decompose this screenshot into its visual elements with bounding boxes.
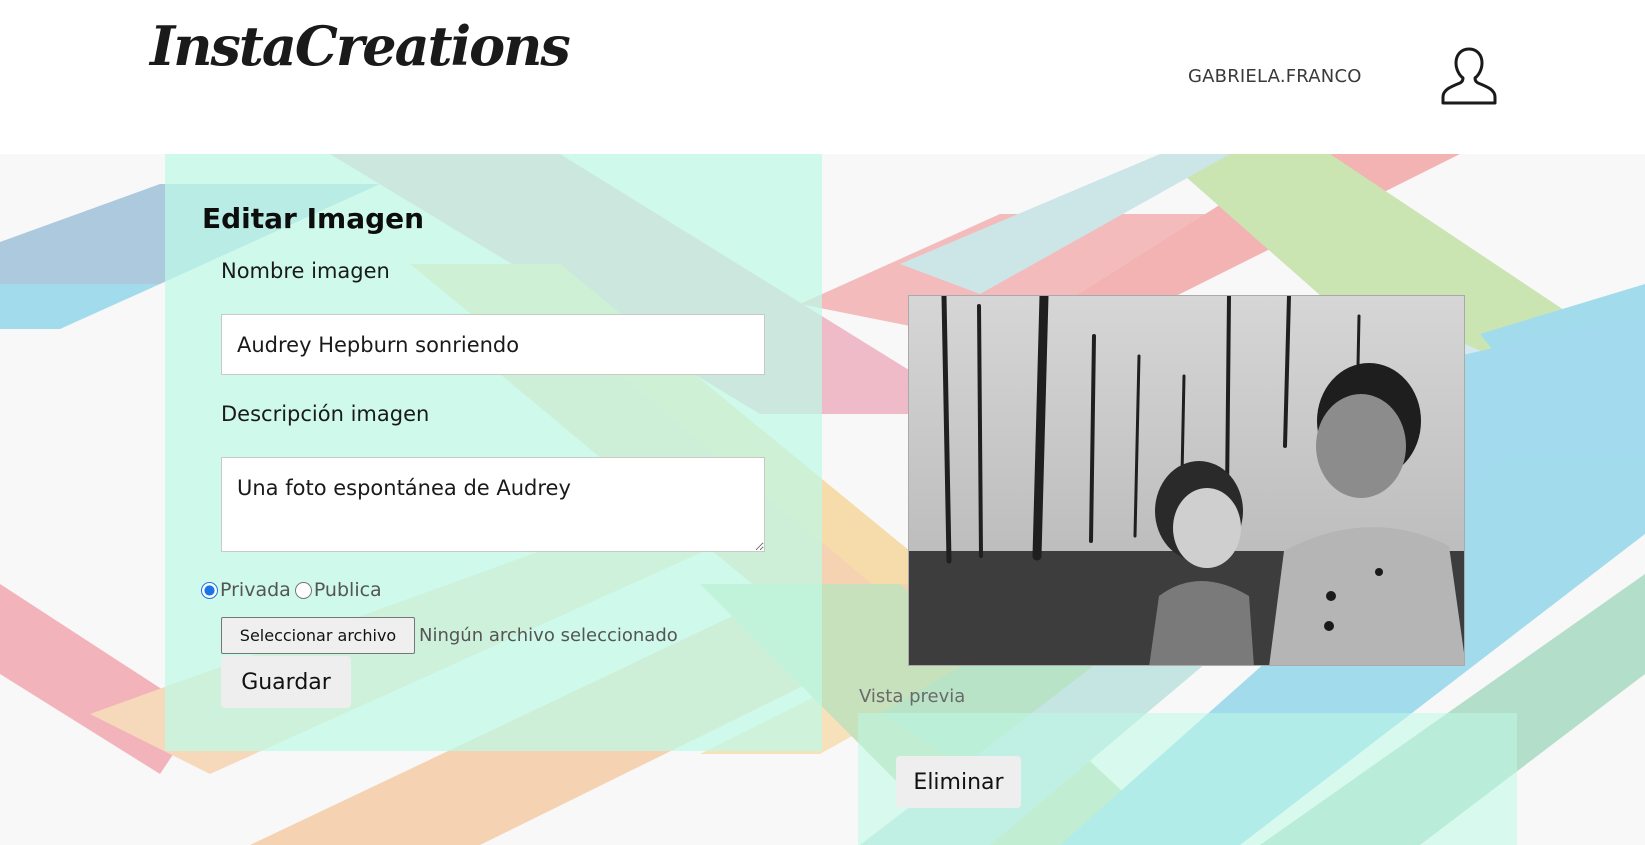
form-title: Editar Imagen — [202, 202, 425, 235]
preview-caption: Vista previa — [859, 686, 966, 707]
file-status-text: Ningún archivo seleccionado — [419, 625, 678, 646]
preview-image — [908, 295, 1465, 666]
visibility-radio-group: Privada Publica — [201, 579, 386, 601]
delete-panel: Eliminar — [858, 713, 1517, 845]
delete-button[interactable]: Eliminar — [896, 756, 1021, 808]
radio-private-label: Privada — [220, 579, 291, 601]
image-description-textarea[interactable]: Una foto espontánea de Audrey — [221, 457, 765, 552]
header: InstaCreations GABRIELA.FRANCO — [0, 0, 1645, 154]
user-avatar-icon[interactable] — [1440, 46, 1498, 106]
name-label: Nombre imagen — [221, 259, 390, 283]
radio-public-label: Publica — [313, 579, 382, 601]
description-label: Descripción imagen — [221, 402, 430, 426]
save-button[interactable]: Guardar — [221, 656, 351, 708]
choose-file-button[interactable]: Seleccionar archivo — [221, 617, 415, 654]
radio-private[interactable] — [201, 581, 218, 599]
username[interactable]: GABRIELA.FRANCO — [1188, 66, 1362, 87]
logo[interactable]: InstaCreations — [150, 14, 571, 78]
image-name-input[interactable] — [221, 314, 765, 375]
radio-public[interactable] — [294, 581, 312, 599]
edit-image-form: Editar Imagen Nombre imagen Descripción … — [165, 154, 822, 751]
